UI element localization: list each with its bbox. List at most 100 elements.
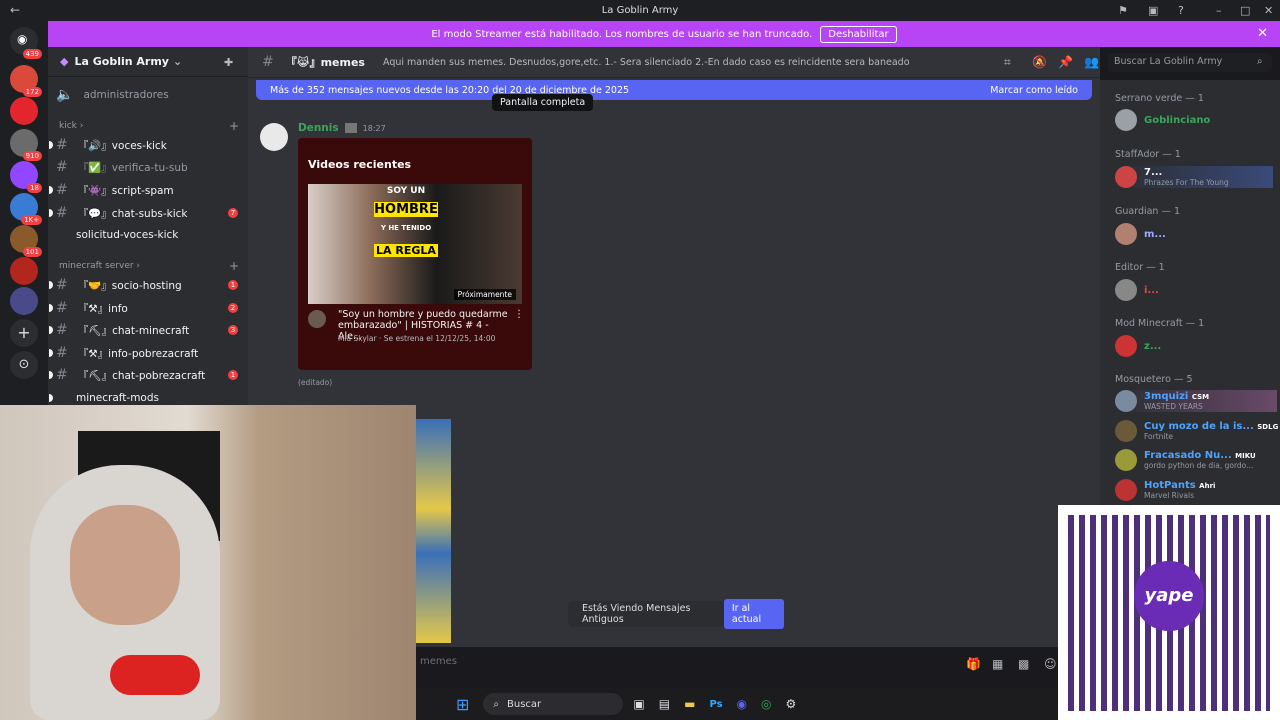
channel-item[interactable]: # 『💬』chat-subs-kick 7 bbox=[49, 203, 238, 223]
channel-topic[interactable]: Aqui manden sus memes. Desnudos,gore,etc… bbox=[383, 57, 910, 68]
add-channel-icon[interactable]: + bbox=[229, 119, 239, 133]
avatar[interactable] bbox=[260, 123, 288, 151]
member-name: HotPants bbox=[1144, 480, 1196, 491]
meme-image[interactable] bbox=[416, 419, 451, 643]
discord-icon[interactable]: ◉ bbox=[737, 697, 747, 711]
chevron-down-icon: ⌄ bbox=[172, 55, 183, 68]
channel-item[interactable]: # 『🔊』voces-kick bbox=[49, 135, 167, 155]
channel-label: solicitud-voces-kick bbox=[76, 229, 179, 241]
member-item[interactable]: m... bbox=[1115, 223, 1166, 245]
category-minecraft-server[interactable]: minecraft server › bbox=[59, 261, 140, 271]
channel-item[interactable]: # 『⛏』chat-pobrezacraft 1 bbox=[49, 365, 238, 385]
category-kick[interactable]: kick › bbox=[59, 121, 83, 131]
member-item[interactable]: z... bbox=[1115, 335, 1161, 357]
emoji-icon[interactable]: ☺ bbox=[1044, 657, 1057, 671]
server-icon[interactable] bbox=[10, 287, 38, 315]
avatar bbox=[1115, 166, 1137, 188]
invite-icon[interactable]: ✚ bbox=[224, 56, 233, 69]
message-author[interactable]: Dennis bbox=[298, 122, 339, 134]
mention-count: 1 bbox=[228, 280, 238, 290]
person-face bbox=[70, 505, 180, 625]
server-icon[interactable] bbox=[10, 97, 38, 125]
hash-icon: # bbox=[56, 367, 68, 383]
file-explorer-icon[interactable]: ▬ bbox=[684, 697, 695, 711]
hash-icon: # bbox=[56, 345, 68, 361]
member-list-icon[interactable]: 👥 bbox=[1084, 55, 1099, 69]
add-channel-icon[interactable]: + bbox=[229, 259, 239, 273]
discover-icon[interactable]: ⊙ bbox=[10, 351, 38, 379]
minimize-icon[interactable]: – bbox=[1216, 4, 1222, 17]
unread-indicator bbox=[49, 326, 53, 334]
channel-item[interactable]: # 『🤝』socio-hosting 1 bbox=[49, 275, 238, 295]
taskbar-search[interactable]: ⌕ Buscar bbox=[483, 693, 624, 715]
gift-icon[interactable]: 🎁 bbox=[966, 657, 981, 671]
windows-start-icon[interactable]: ⊞ bbox=[456, 695, 469, 714]
member-item[interactable]: HotPants Ahri Marvel Rivals bbox=[1115, 479, 1215, 501]
channel-item[interactable]: # 『⛏』chat-minecraft 3 bbox=[49, 320, 238, 340]
tooltip: Pantalla completa bbox=[492, 94, 594, 111]
add-server-icon[interactable]: + bbox=[10, 319, 38, 347]
webcam-overlay bbox=[0, 405, 416, 720]
channel-item[interactable]: # 『⚒』info-pobrezacraft bbox=[49, 343, 198, 363]
channel-item[interactable]: # 『⚒』info 2 bbox=[49, 298, 238, 318]
server-icon[interactable]: 910 bbox=[10, 129, 42, 161]
member-item[interactable]: 3mquizi CSM WASTED YEARS bbox=[1115, 390, 1277, 412]
pin-icon[interactable]: 📌 bbox=[1058, 55, 1073, 69]
channel-label: 『🤝』socio-hosting bbox=[77, 279, 182, 292]
sticker-icon[interactable]: ▩ bbox=[1018, 657, 1029, 671]
maximize-icon[interactable]: □ bbox=[1240, 4, 1250, 17]
member-item[interactable]: 7... Phrazes For The Young bbox=[1115, 166, 1273, 188]
jump-to-present-button[interactable]: Ir al actual bbox=[723, 599, 784, 629]
member-item[interactable]: Cuy mozo de la is... SDLG Fortnite bbox=[1115, 420, 1278, 442]
app-icon[interactable]: ⚙ bbox=[786, 697, 797, 711]
member-item[interactable]: Fracasado Nu... MIKU gordo python de dia,… bbox=[1115, 449, 1256, 471]
mention-count: 2 bbox=[228, 303, 238, 313]
photoshop-icon[interactable]: Ps bbox=[709, 699, 722, 710]
channel-label: 『✅』verifica-tu-sub bbox=[77, 161, 188, 174]
video-meta: Mia Skylar · Se estrena el 12/12/25, 14:… bbox=[338, 334, 496, 343]
new-messages-bar[interactable]: Más de 352 mensajes nuevos desde las 20:… bbox=[256, 80, 1092, 100]
channel-item[interactable]: # 『👾』script-spam bbox=[49, 180, 174, 200]
close-window-icon[interactable]: ✕ bbox=[1264, 4, 1273, 17]
voice-channel-label: administradores bbox=[83, 89, 169, 101]
search-input[interactable]: Buscar La Goblin Army bbox=[1108, 53, 1272, 72]
threads-icon[interactable]: ⌗ bbox=[1004, 55, 1011, 70]
help-icon[interactable]: ? bbox=[1178, 4, 1184, 17]
member-list: Serrano verde — 1 Goblinciano StaffAdor … bbox=[1100, 80, 1280, 510]
avatar bbox=[1115, 335, 1137, 357]
discord-logo-icon: ◉ bbox=[17, 32, 28, 46]
inbox-icon[interactable]: ⚑ bbox=[1118, 4, 1128, 17]
close-banner-icon[interactable]: ✕ bbox=[1257, 26, 1268, 41]
server-icon[interactable] bbox=[10, 257, 38, 285]
channel-item[interactable]: # 『✅』verifica-tu-sub bbox=[56, 157, 188, 177]
server-header[interactable]: ◆ La Goblin Army ⌄ ✚ bbox=[48, 47, 248, 77]
discord-home-icon[interactable]: ◉ 439 bbox=[10, 27, 42, 59]
voice-channel[interactable]: 🔈 administradores bbox=[56, 85, 169, 105]
server-icon[interactable]: 1K+ bbox=[10, 193, 42, 225]
disable-streamer-button[interactable]: Deshabilitar bbox=[820, 25, 897, 43]
hash-icon: # bbox=[56, 300, 68, 316]
app-icon[interactable]: ▤ bbox=[659, 697, 670, 711]
mute-bell-icon[interactable]: 🔕 bbox=[1032, 55, 1047, 69]
guild-tag: CSM bbox=[1191, 393, 1210, 401]
chrome-icon[interactable]: ◎ bbox=[761, 697, 771, 711]
more-options-icon[interactable]: ⋮ bbox=[514, 309, 524, 320]
gif-icon[interactable]: ▦ bbox=[992, 657, 1003, 671]
member-activity: gordo python de dia, gordo... bbox=[1144, 461, 1254, 470]
back-arrow-icon[interactable]: ← bbox=[10, 3, 20, 17]
task-view-icon[interactable]: ▣ bbox=[633, 697, 644, 711]
member-item[interactable]: Goblinciano bbox=[1115, 109, 1210, 131]
channel-title: 『😹』memes bbox=[285, 56, 365, 69]
video-thumbnail[interactable]: SOY UN HOMBRE Y HE TENIDO LA REGLA Próxi… bbox=[308, 184, 522, 304]
server-icon[interactable]: 18 bbox=[10, 161, 42, 193]
video-embed[interactable]: Videos recientes SOY UN HOMBRE Y HE TENI… bbox=[298, 138, 532, 370]
mention-count: 1 bbox=[228, 370, 238, 380]
display-icon[interactable]: ▣ bbox=[1148, 4, 1158, 17]
server-icon[interactable]: 101 bbox=[10, 225, 42, 257]
server-icon[interactable]: 172 bbox=[10, 65, 42, 97]
member-item[interactable]: i... bbox=[1115, 279, 1159, 301]
member-group-header: Mod Minecraft — 1 bbox=[1115, 318, 1205, 329]
mark-read-button[interactable]: Marcar como leído bbox=[990, 85, 1078, 96]
channel-item[interactable]: solicitud-voces-kick bbox=[76, 225, 178, 245]
window-titlebar: ← La Goblin Army ⚑ ▣ ? – □ ✕ bbox=[0, 0, 1280, 21]
